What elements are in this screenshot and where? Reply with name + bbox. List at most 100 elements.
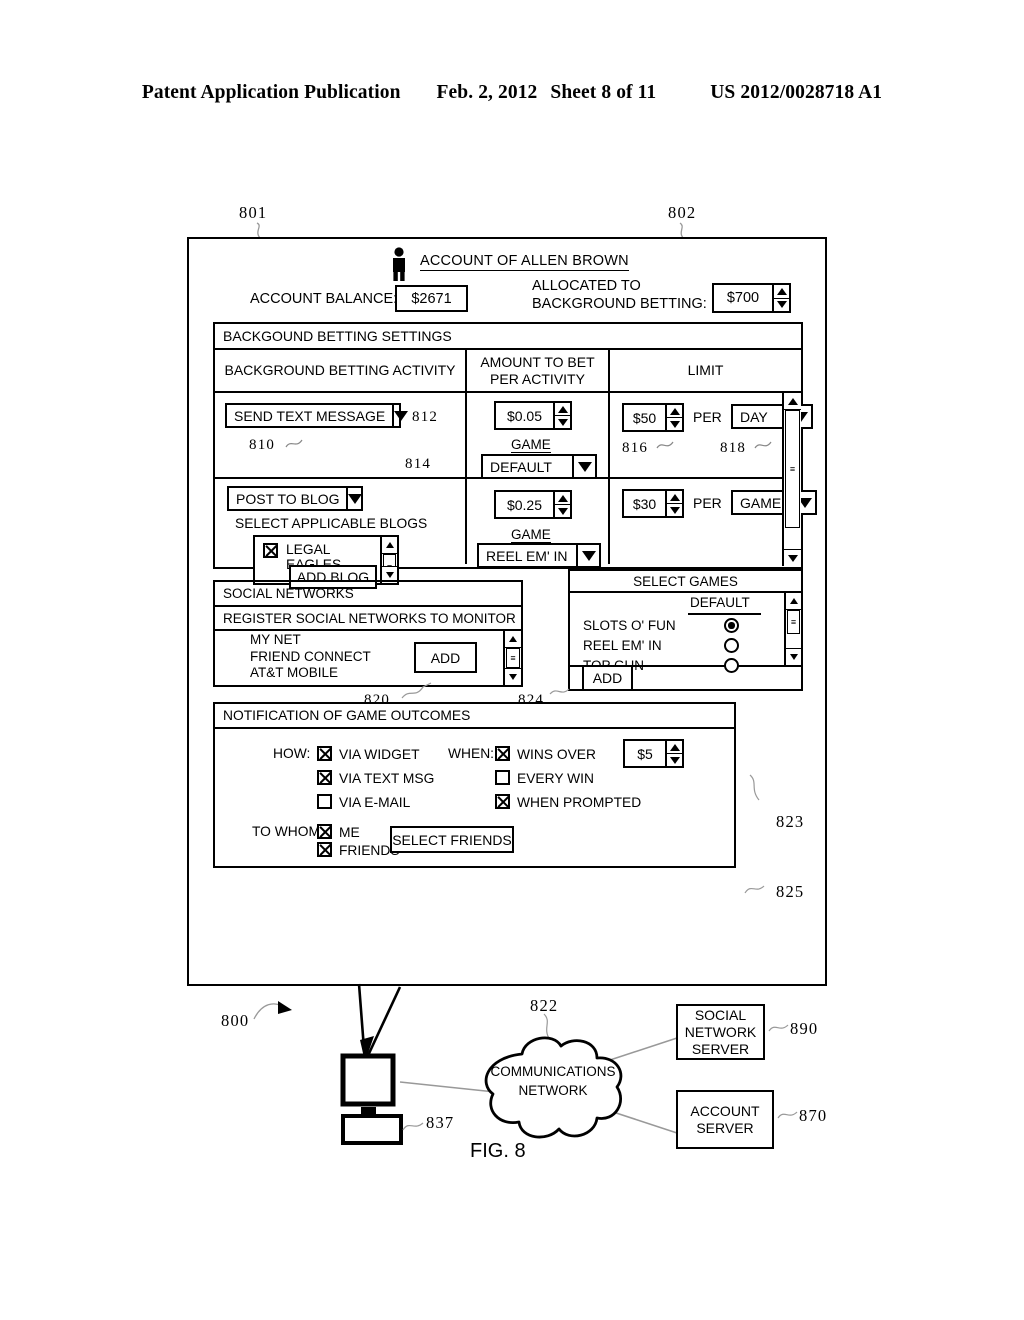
social-network-server-line2: NETWORK [684,1023,757,1040]
amount-spinner-up-row2[interactable] [555,492,570,504]
checkbox-via-widget[interactable] [317,746,332,761]
list-item[interactable]: SLOTS O' FUN [583,617,773,637]
limit-spinner-up-row1[interactable] [667,405,682,417]
checkbox-friends[interactable] [317,842,332,857]
when-option-when-prompted[interactable]: WHEN PROMPTED [495,794,641,810]
scrollbar-thumb[interactable]: ≡ [785,410,800,528]
scroll-up-icon[interactable] [786,593,801,610]
to-whom-label: TO WHOM: [252,824,324,839]
limit-spinner-down-row2[interactable] [667,503,682,516]
amount-spinner-arrows-row2[interactable] [553,492,570,517]
amount-value-row2[interactable]: $0.25 [496,492,553,517]
blogs-listbox-scrollbar[interactable]: ≡ [380,537,397,583]
blog-checkbox-legal-eagles[interactable] [263,543,278,558]
activity-dropdown-label: SEND TEXT MESSAGE [234,407,386,424]
scrollbar-thumb[interactable]: ≡ [506,648,520,668]
settings-table-header: BACKGROUND BETTING ACTIVITY AMOUNT TO BE… [215,350,801,393]
add-game-button[interactable]: ADD [582,665,633,691]
amount-spinner-row1[interactable]: $0.05 [494,401,572,430]
select-games-scrollbar[interactable]: ≡ [784,593,801,665]
wins-over-amount-spinner[interactable]: $5 [623,739,684,768]
checkbox-when-prompted[interactable] [495,794,510,809]
scroll-down-icon[interactable] [784,549,801,566]
scroll-up-icon[interactable] [505,631,521,648]
amount-spinner-row2[interactable]: $0.25 [494,490,572,519]
game-label-row1: GAME [511,437,551,453]
chevron-down-icon[interactable] [346,488,363,509]
scroll-up-icon[interactable] [382,537,397,554]
cloud-label: COMMUNICATIONS NETWORK [477,1062,629,1100]
how-option-via-email-label: VIA E-MAIL [339,795,411,810]
game-dropdown-row2[interactable]: REEL EM' IN [477,543,601,568]
settings-table-scrollbar[interactable]: ≡ [782,393,801,566]
chevron-down-icon[interactable] [572,456,595,477]
ref-810: 810 [249,437,276,453]
social-networks-items: MY NET FRIEND CONNECT AT&T MOBILE [250,632,371,682]
allocated-amount-value[interactable]: $700 [714,285,772,311]
allocated-label-line1: ALLOCATED TO [532,278,641,294]
checkbox-me[interactable] [317,824,332,839]
cloud-label-line2: NETWORK [518,1083,588,1098]
when-option-every-win[interactable]: EVERY WIN [495,770,594,786]
select-blogs-label: SELECT APPLICABLE BLOGS [235,516,428,531]
game-default-radio-slots-o-fun[interactable] [724,618,739,636]
how-option-via-email[interactable]: VIA E-MAIL [317,794,410,810]
wins-over-spinner-up[interactable] [667,741,682,753]
wins-over-spinner-arrows[interactable] [665,741,682,766]
limit-value-row2[interactable]: $30 [624,491,665,516]
limit-spinner-row1[interactable]: $50 [622,403,684,432]
limit-spinner-arrows-row2[interactable] [665,491,682,516]
allocated-spinner-arrows[interactable] [772,285,789,311]
select-friends-button[interactable]: SELECT FRIENDS [390,826,514,853]
checkbox-via-email[interactable] [317,794,332,809]
limit-spinner-up-row2[interactable] [667,491,682,503]
limit-spinner-row2[interactable]: $30 [622,489,684,518]
list-item[interactable]: FRIEND CONNECT [250,649,371,666]
social-networks-panel: SOCIAL NETWORKS REGISTER SOCIAL NETWORKS… [213,580,523,687]
chevron-down-icon[interactable] [576,545,599,566]
blogs-listbox-inner: LEGAL EAGLES ADD BLOG [255,537,380,589]
list-item[interactable]: REEL EM' IN [583,637,773,657]
how-option-via-widget[interactable]: VIA WIDGET [317,746,420,762]
social-networks-list[interactable]: MY NET FRIEND CONNECT AT&T MOBILE ADD ≡ [215,631,521,685]
game-dropdown-row1[interactable]: DEFAULT [481,454,597,479]
list-item[interactable]: AT&T MOBILE [250,665,371,682]
allocated-spinner-up[interactable] [774,285,789,298]
leader-823 [749,774,760,801]
wins-over-spinner-down[interactable] [667,753,682,766]
to-whom-option-me[interactable]: ME [317,824,360,840]
per-unit-dropdown-row2[interactable]: GAME [731,490,817,515]
how-option-via-text-msg[interactable]: VIA TEXT MSG [317,770,434,786]
limit-spinner-arrows-row1[interactable] [665,405,682,430]
per-unit-label-row1: DAY [740,408,768,425]
checkbox-via-text-msg[interactable] [317,770,332,785]
amount-value-row1[interactable]: $0.05 [496,403,553,428]
when-option-wins-over[interactable]: WINS OVER [495,746,596,762]
scrollbar-thumb[interactable]: ≡ [787,610,800,634]
checkbox-wins-over[interactable] [495,746,510,761]
list-item[interactable]: MY NET [250,632,371,649]
amount-spinner-down-row2[interactable] [555,504,570,517]
scroll-up-icon[interactable] [784,393,801,410]
to-whom-option-friends[interactable]: FRIENDS [317,842,400,858]
activity-dropdown-send-text-message[interactable]: SEND TEXT MESSAGE [225,403,409,428]
chevron-down-icon[interactable] [392,405,409,426]
game-default-radio-reel-em-in[interactable] [724,638,739,656]
checkbox-every-win[interactable] [495,770,510,785]
wins-over-amount-value[interactable]: $5 [625,741,665,766]
add-social-network-button[interactable]: ADD [414,642,477,673]
social-networks-scrollbar[interactable]: ≡ [503,631,521,685]
amount-spinner-arrows-row1[interactable] [553,403,570,428]
allocated-amount-spinner[interactable]: $700 [712,283,791,313]
limit-value-row1[interactable]: $50 [624,405,665,430]
blogs-listbox[interactable]: LEGAL EAGLES ADD BLOG ≡ [253,535,399,589]
amount-spinner-up-row1[interactable] [555,403,570,415]
account-balance-field[interactable]: $2671 [395,285,468,312]
allocated-spinner-down[interactable] [774,297,789,312]
amount-spinner-down-row1[interactable] [555,415,570,428]
scroll-down-icon[interactable] [505,668,521,685]
activity-dropdown-post-to-blog[interactable]: POST TO BLOG [227,486,363,511]
scroll-down-icon[interactable] [786,648,801,665]
limit-spinner-down-row1[interactable] [667,417,682,430]
ref-818: 818 [720,440,747,456]
